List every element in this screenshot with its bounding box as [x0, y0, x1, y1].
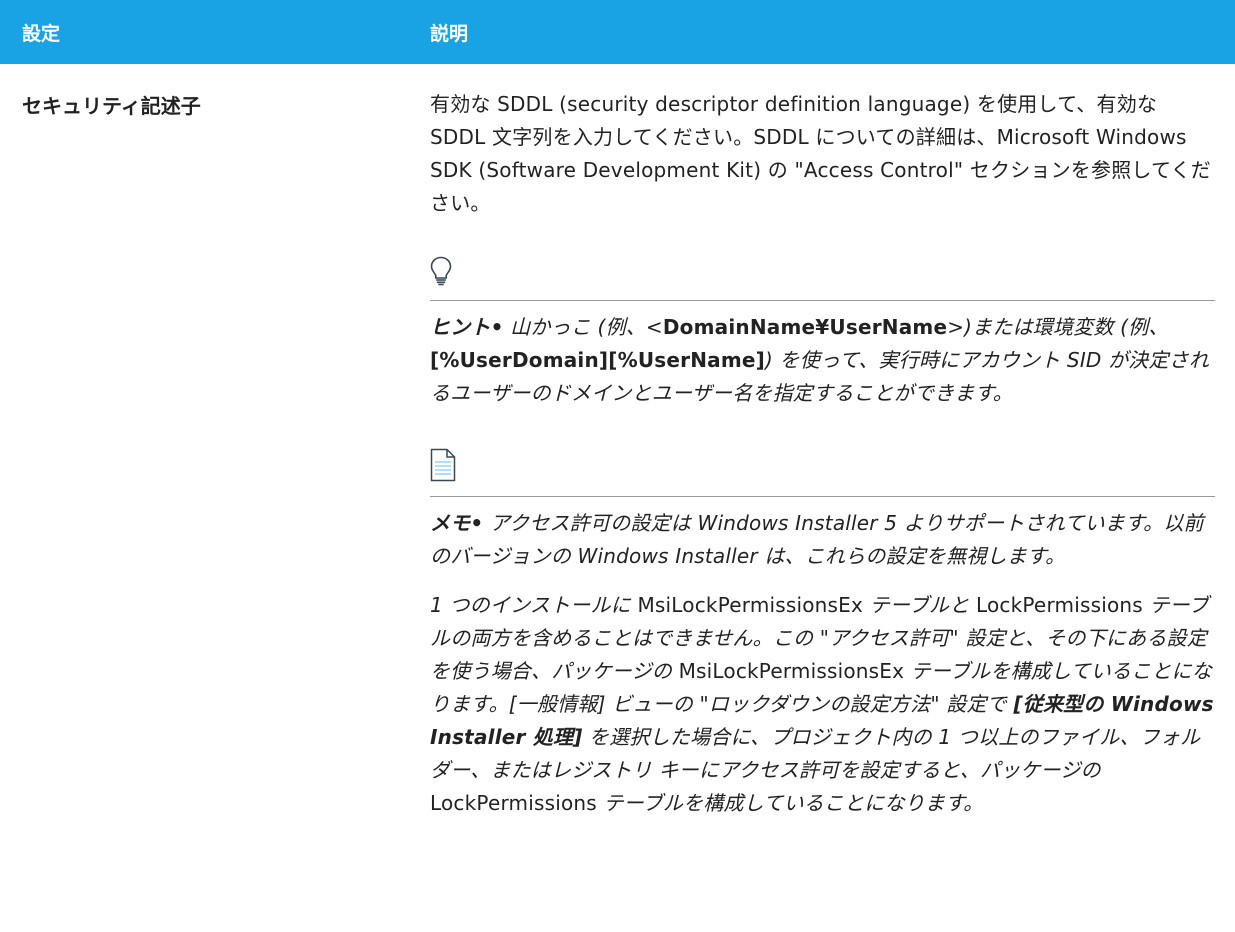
description-text: 有効な SDDL (security descriptor definition…: [430, 92, 1211, 215]
document-icon: [430, 448, 456, 492]
note-text: メモ• アクセス許可の設定は Windows Installer 5 よりサポー…: [430, 511, 1204, 568]
settings-table: 設定 説明 セキュリティ記述子 有効な SDDL (security descr…: [0, 0, 1235, 820]
tip-divider: [430, 300, 1215, 301]
setting-name: セキュリティ記述子: [22, 94, 201, 118]
description-cell: 有効な SDDL (security descriptor definition…: [430, 64, 1216, 820]
tip-text: ヒント• 山かっこ (例、<DomainName¥UserName>)または環境…: [430, 315, 1210, 405]
tip-callout: ヒント• 山かっこ (例、<DomainName¥UserName>)または環境…: [430, 232, 1216, 410]
header-description: 説明: [430, 22, 469, 45]
note-divider: [430, 496, 1215, 497]
header-setting: 設定: [22, 22, 61, 45]
table-row: セキュリティ記述子 有効な SDDL (security descriptor …: [0, 64, 1235, 820]
lightbulb-icon: [430, 256, 452, 296]
note-paragraph: 1 つのインストールに MsiLockPermissionsEx テーブルと L…: [430, 593, 1214, 815]
table-header: 設定 説明: [0, 0, 1235, 64]
note-callout: メモ• アクセス許可の設定は Windows Installer 5 よりサポー…: [430, 428, 1216, 573]
